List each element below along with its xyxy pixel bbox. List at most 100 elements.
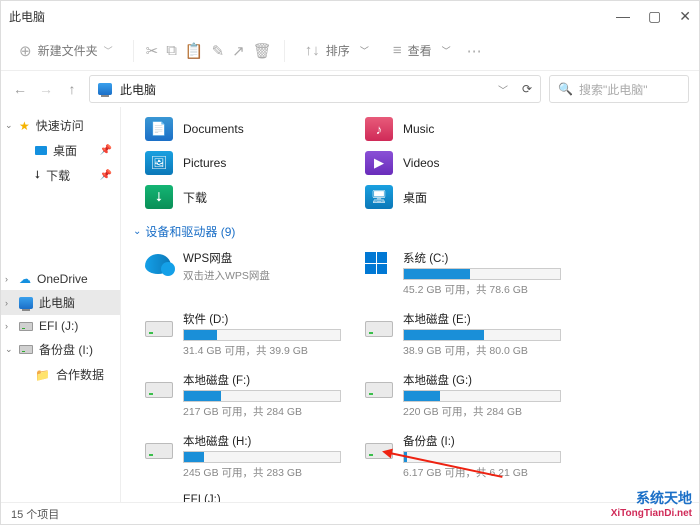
drive-name: WPS网盘 [183, 250, 341, 266]
usage-bar [183, 390, 341, 402]
sidebar-item-onedrive[interactable]: › ☁ OneDrive [1, 268, 120, 290]
lib-label: Documents [183, 122, 244, 136]
drive-name: 本地磁盘 (H:) [183, 433, 341, 449]
search-icon: 🔍 [558, 82, 573, 96]
body: ⌄ ★ 快速访问 桌面 📌 ⭣ 下载 📌 › ☁ OneDrive › [1, 107, 699, 502]
drives-grid: WPS网盘双击进入WPS网盘系统 (C:)45.2 GB 可用，共 78.6 G… [143, 248, 687, 502]
status-bar: 15 个项目 [1, 502, 699, 524]
address-row: ← → ↑ 此电脑 ﹀ ⟳ 🔍 搜索"此电脑" [1, 71, 699, 107]
maximize-button[interactable]: ▢ [648, 8, 661, 25]
close-button[interactable]: ✕ [679, 8, 691, 25]
drive-name: 本地磁盘 (F:) [183, 372, 341, 388]
sidebar-label: 桌面 [53, 142, 77, 159]
sidebar-label: EFI (J:) [39, 319, 78, 333]
download-icon: ⭣ [35, 169, 40, 182]
drive-icon [19, 345, 33, 354]
drive-item[interactable]: WPS网盘双击进入WPS网盘 [143, 248, 343, 299]
folder-icon: 📁 [35, 368, 50, 382]
pictures-icon: 🖼 [145, 151, 173, 175]
sort-label: 排序 [326, 42, 350, 59]
window-controls: — ▢ ✕ [616, 8, 691, 25]
drive-item[interactable]: 备份盘 (I:)6.17 GB 可用，共 6.21 GB [363, 431, 563, 482]
chevron-down-icon[interactable]: ﹀ [498, 82, 508, 97]
chevron-down-icon: ⌄ [133, 226, 141, 237]
section-label: 设备和驱动器 (9) [145, 223, 235, 240]
download-icon: ⭣ [145, 185, 173, 209]
drive-item[interactable]: 本地磁盘 (G:)220 GB 可用，共 284 GB [363, 370, 563, 421]
search-input[interactable]: 🔍 搜索"此电脑" [549, 75, 689, 103]
libraries: 📄Documents ♪Music 🖼Pictures ▶Videos ⭣下载 … [143, 115, 687, 211]
sidebar: ⌄ ★ 快速访问 桌面 📌 ⭣ 下载 📌 › ☁ OneDrive › [1, 107, 121, 502]
drive-name: 本地磁盘 (E:) [403, 311, 561, 327]
sidebar-item-backup[interactable]: ⌄ 备份盘 (I:) [1, 337, 120, 362]
window-title: 此电脑 [9, 8, 45, 25]
lib-pictures[interactable]: 🖼Pictures [143, 149, 333, 177]
lib-desktop[interactable]: 🖥 桌面 [363, 183, 553, 211]
drive-name: EFI (J:) [183, 494, 341, 502]
drive-item[interactable]: 软件 (D:) 31.4 GB 可用，共 39.9 GB [143, 309, 343, 360]
titlebar: 此电脑 — ▢ ✕ [1, 1, 699, 31]
drive-item[interactable]: 本地磁盘 (F:) 217 GB 可用，共 284 GB [143, 370, 343, 421]
cut-icon[interactable]: ✂ [146, 42, 159, 60]
section-header-devices[interactable]: ⌄ 设备和驱动器 (9) [133, 223, 687, 240]
sort-button[interactable]: ↑↓ 排序 [297, 38, 377, 63]
lib-label: 下载 [183, 189, 207, 206]
explorer-window: 此电脑 — ▢ ✕ ⊕ 新建文件夹 ﹀ ✂ ⧉ 📋 ✎ ↗ 🗑 ↑↓ 排序 ≡ … [0, 0, 700, 525]
separator [284, 40, 285, 62]
drive-item[interactable]: EFI (J:)109 MB 可用，共 449 MB [143, 492, 343, 502]
delete-icon[interactable]: 🗑 [253, 42, 272, 60]
drive-name: 系统 (C:) [403, 250, 561, 266]
sidebar-item-thispc[interactable]: › 此电脑 [1, 290, 120, 315]
back-button[interactable]: ← [11, 81, 29, 97]
drive-item[interactable]: 本地磁盘 (E:)38.9 GB 可用，共 80.0 GB [363, 309, 563, 360]
drive-item[interactable]: 系统 (C:)45.2 GB 可用，共 78.6 GB [363, 248, 563, 299]
separator [133, 40, 134, 62]
sidebar-item-downloads[interactable]: ⭣ 下载 📌 [1, 163, 120, 188]
drive-item[interactable]: 本地磁盘 (H:)245 GB 可用，共 283 GB [143, 431, 343, 482]
copy-icon[interactable]: ⧉ [166, 42, 177, 59]
sidebar-label: 备份盘 (I:) [39, 341, 93, 358]
view-button[interactable]: ≡ 查看 [385, 38, 459, 63]
up-button[interactable]: ↑ [63, 81, 81, 97]
sidebar-label: 此电脑 [39, 294, 75, 311]
rename-icon[interactable]: ✎ [212, 42, 225, 60]
refresh-button[interactable]: ⟳ [522, 82, 532, 96]
desktop-icon: 🖥 [365, 185, 393, 209]
lib-music[interactable]: ♪Music [363, 115, 553, 143]
lib-documents[interactable]: 📄Documents [143, 115, 333, 143]
drive-name: 软件 (D:) [183, 311, 341, 327]
view-label: 查看 [408, 42, 432, 59]
main-pane: 📄Documents ♪Music 🖼Pictures ▶Videos ⭣下载 … [121, 107, 699, 502]
hdd-icon [365, 321, 393, 337]
sidebar-label: 快速访问 [36, 117, 84, 134]
lib-videos[interactable]: ▶Videos [363, 149, 553, 177]
watermark-cn: 系统天地 [611, 488, 692, 508]
music-icon: ♪ [365, 117, 393, 141]
minimize-button[interactable]: — [616, 8, 630, 25]
lib-downloads[interactable]: ⭣ 下载 [143, 183, 333, 211]
sidebar-item-quickaccess[interactable]: ⌄ ★ 快速访问 [1, 113, 120, 138]
paste-icon[interactable]: 📋 [185, 42, 204, 60]
drive-sub: 217 GB 可用，共 284 GB [183, 404, 341, 419]
wps-icon [145, 254, 171, 274]
chevron-down-icon: ⌄ [5, 120, 13, 131]
chevron-right-icon: › [5, 321, 8, 331]
lib-label: 桌面 [403, 189, 427, 206]
sidebar-item-desktop[interactable]: 桌面 📌 [1, 138, 120, 163]
pin-icon: 📌 [100, 145, 112, 156]
forward-button[interactable]: → [37, 81, 55, 97]
pc-icon [98, 83, 112, 95]
windows-icon [365, 252, 387, 274]
sidebar-item-efi[interactable]: › EFI (J:) [1, 315, 120, 337]
breadcrumb: 此电脑 [120, 81, 156, 98]
sidebar-label: 下载 [46, 167, 70, 184]
new-folder-label: 新建文件夹 [38, 42, 98, 59]
sidebar-label: 合作数据 [56, 366, 104, 383]
address-bar[interactable]: 此电脑 ﹀ ⟳ [89, 75, 541, 103]
more-icon[interactable]: ⋯ [467, 42, 482, 60]
new-folder-button[interactable]: ⊕ 新建文件夹 ﹀ [11, 38, 121, 64]
share-icon[interactable]: ↗ [232, 42, 245, 60]
sidebar-item-coop[interactable]: 📁 合作数据 [1, 362, 120, 387]
drive-name: 本地磁盘 (G:) [403, 372, 561, 388]
drive-sub: 31.4 GB 可用，共 39.9 GB [183, 343, 341, 358]
